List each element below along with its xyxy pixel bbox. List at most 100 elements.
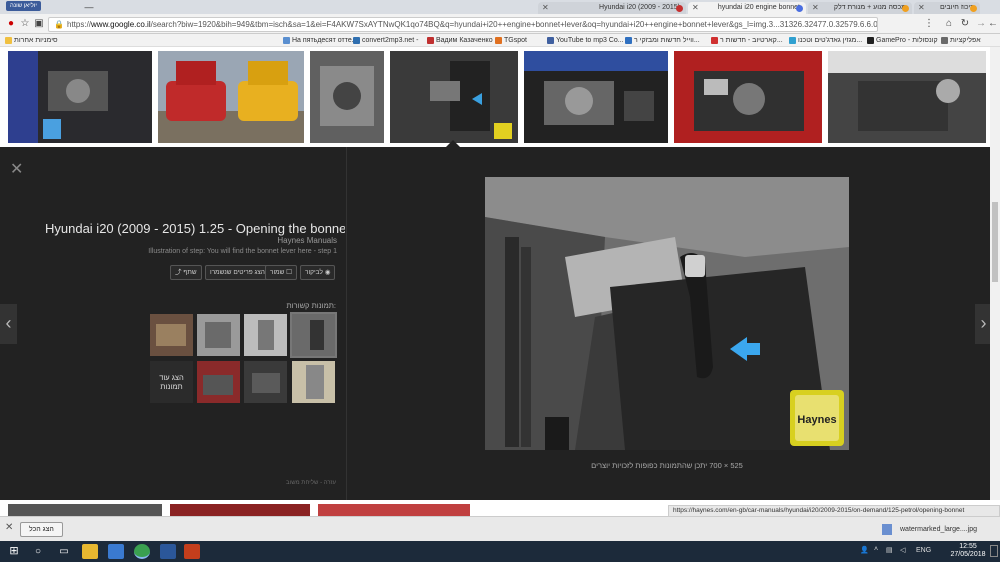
- result-thumbnail[interactable]: [828, 51, 986, 143]
- tab-close-icon[interactable]: ✕: [692, 2, 699, 14]
- tab-close-icon[interactable]: ✕: [918, 2, 925, 14]
- people-icon[interactable]: 👤: [860, 546, 869, 554]
- bookmark-item[interactable]: YouTube to mp3 Co...: [546, 35, 624, 46]
- tab-label: ריכוז חיובים: [940, 4, 974, 11]
- related-photo: [292, 314, 335, 356]
- address-bar[interactable]: 🔒 https://www.google.co.il/search?biw=19…: [48, 17, 878, 32]
- network-icon[interactable]: ▤: [886, 546, 893, 554]
- word-icon[interactable]: [160, 544, 176, 559]
- bookmark-item[interactable]: На пятьдесят отте...: [282, 35, 358, 46]
- url-domain: www.google.co.il: [91, 20, 151, 29]
- result-thumbnail[interactable]: [158, 51, 304, 143]
- back-icon[interactable]: ←: [986, 17, 1000, 31]
- image-source[interactable]: Haynes Manuals: [45, 236, 337, 245]
- result-thumbnail[interactable]: [524, 51, 668, 143]
- result-thumbnail[interactable]: [310, 51, 384, 143]
- image-title[interactable]: Hyundai i20 (2009 - 2015) 1.25 - Opening…: [45, 221, 345, 236]
- bookmark-item[interactable]: Вадим Казаченко: [426, 35, 493, 46]
- visit-label: לביקור: [305, 269, 323, 276]
- result-thumbnail[interactable]: [674, 51, 822, 143]
- bookmark-item[interactable]: TGspot: [494, 35, 527, 46]
- extension-shield-icon[interactable]: ▣: [32, 17, 46, 31]
- visit-button[interactable]: לביקור ◉: [300, 265, 336, 280]
- related-image[interactable]: [244, 314, 287, 356]
- result-thumbnail[interactable]: [318, 504, 470, 516]
- more-images-button[interactable]: הצג עוד תמונות: [150, 361, 193, 403]
- extension-icon[interactable]: ●: [4, 17, 18, 31]
- bookmarks-bar: סימניות אחרות На пятьдесят отте... conve…: [0, 34, 1000, 47]
- bookmark-item[interactable]: ווייל חדשות ומבזקי ר...: [624, 35, 700, 46]
- engine-photo: [524, 51, 668, 143]
- result-thumbnail-selected[interactable]: [390, 51, 518, 143]
- related-image[interactable]: [197, 361, 240, 403]
- language-indicator[interactable]: ENG: [916, 547, 931, 554]
- scrollbar-thumb[interactable]: [992, 202, 998, 282]
- profile-button[interactable]: יוליאן שונה: [6, 1, 41, 11]
- bonnet-lever-illustration: Haynes: [485, 177, 849, 450]
- minimize-icon[interactable]: —: [80, 0, 98, 14]
- download-item[interactable]: watermarked_large....jpg: [880, 521, 990, 538]
- related-image-selected[interactable]: [290, 312, 337, 358]
- engine-photo: [828, 51, 986, 143]
- panel-divider: [346, 147, 347, 500]
- bookmark-other[interactable]: סימניות אחרות: [4, 35, 58, 46]
- tab-google-images[interactable]: ✕ hyundai i20 engine bonnet: [688, 2, 806, 14]
- tab-close-icon[interactable]: ✕: [542, 2, 549, 14]
- chevron-up-icon[interactable]: ˄: [874, 546, 878, 553]
- prev-image-button[interactable]: ‹: [0, 304, 17, 344]
- globe-icon: ◉: [322, 269, 331, 276]
- related-photo: [197, 314, 240, 356]
- windows-start-icon[interactable]: ⊞: [6, 544, 22, 559]
- close-icon[interactable]: ✕: [10, 159, 23, 179]
- image-caption: Illustration of step: You will find the …: [148, 248, 337, 255]
- chevron-right-icon: ›: [980, 313, 987, 333]
- clock-date: 27/05/2018: [950, 551, 986, 558]
- store-icon[interactable]: [108, 544, 124, 559]
- task-view-icon[interactable]: ▭: [56, 544, 72, 559]
- volume-icon[interactable]: ◁: [900, 546, 905, 554]
- bookmark-star-icon[interactable]: ☆: [18, 17, 32, 31]
- related-photo: [244, 314, 287, 356]
- reload-icon[interactable]: ↻: [958, 17, 972, 31]
- save-button[interactable]: שמור ☐: [265, 265, 298, 280]
- selection-pointer: [446, 140, 460, 147]
- save-label: שמור: [270, 269, 285, 276]
- result-thumbnail[interactable]: [8, 51, 152, 143]
- image-dimensions: יתכן שהתמונות כפופות לזכויות יוצרים ‎700…: [591, 461, 743, 470]
- tab-close-icon[interactable]: ✕: [812, 2, 819, 14]
- notification-icon[interactable]: [990, 545, 998, 557]
- related-image[interactable]: [197, 314, 240, 356]
- page-scrollbar[interactable]: [990, 47, 1000, 527]
- result-thumbnail[interactable]: [170, 504, 310, 516]
- share-label: שתף: [183, 269, 197, 276]
- view-saved-button[interactable]: הצג פריטים שנשמרו: [205, 265, 270, 280]
- clock[interactable]: 12:55 27/05/2018: [948, 543, 988, 559]
- result-thumbnail[interactable]: [8, 504, 162, 516]
- show-all-downloads-button[interactable]: הצג הכל: [20, 522, 63, 537]
- search-icon[interactable]: ○: [30, 544, 46, 559]
- home-icon[interactable]: ⌂: [942, 17, 956, 31]
- bookmark-item[interactable]: קארטיוב - חדשות ר...: [710, 35, 783, 46]
- share-button[interactable]: ⤴ שתף: [170, 265, 202, 280]
- bookmark-item[interactable]: convert2mp3.net -: [352, 35, 418, 46]
- image-results-row: [0, 47, 1000, 147]
- related-image[interactable]: [244, 361, 287, 403]
- powerpoint-icon[interactable]: [184, 544, 200, 559]
- related-images-header: תמונות קשורות:: [286, 301, 337, 310]
- chevron-left-icon: ‹: [5, 313, 12, 333]
- file-explorer-icon[interactable]: [82, 544, 98, 559]
- tab-billing[interactable]: ✕ ריכוז חיובים: [914, 2, 980, 14]
- related-image[interactable]: [150, 314, 193, 356]
- menu-icon[interactable]: ⋮: [922, 17, 936, 31]
- bookmark-apps[interactable]: אפליקציות: [940, 35, 981, 46]
- close-shelf-icon[interactable]: ✕: [5, 522, 13, 533]
- tab-bonnet-forum[interactable]: ✕ מכסה מנוע + מנורת דלק: [808, 2, 912, 14]
- related-image[interactable]: [292, 361, 335, 403]
- feedback-link[interactable]: עזרה - שליחת משוב: [150, 480, 336, 486]
- windows-taskbar: ⊞ ○ ▭ 👤 ˄ ▤ ◁ ENG 12:55 27/05/2018: [0, 541, 1000, 562]
- bookmark-item[interactable]: מגזין גאדג'טים וטכנו...: [788, 35, 862, 46]
- preview-image[interactable]: Haynes: [485, 177, 849, 450]
- chrome-icon[interactable]: [134, 544, 150, 559]
- tab-hyundai-haynes[interactable]: ✕ Hyundai i20 (2009 - 2015): [538, 2, 686, 14]
- bookmark-item[interactable]: GamePro - קונסולות: [866, 35, 938, 46]
